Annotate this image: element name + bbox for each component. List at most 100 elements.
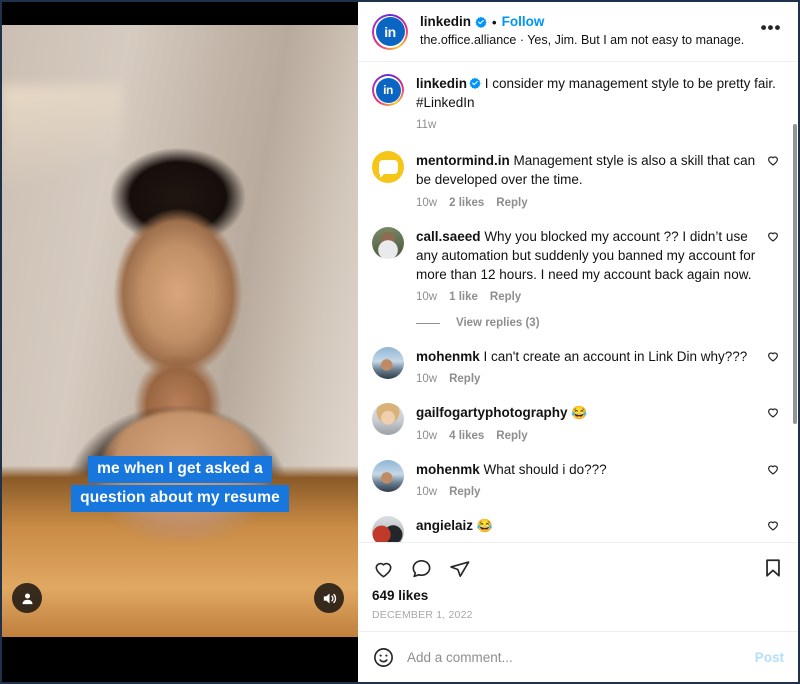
view-replies-button[interactable]: View replies (3) [416,317,784,329]
linkedin-logo-icon: in [375,17,405,46]
comments-scroll-area[interactable]: in linkedin I consider my management sty… [358,62,798,543]
comment-item: mentormind.in Management style is also a… [372,151,784,209]
gailfogartyphotography-avatar[interactable] [372,403,404,436]
bookmark-outline-icon [766,559,780,577]
volume-button[interactable] [314,583,344,613]
speech-bubble-icon [378,160,398,179]
comment-text-row: angielaiz 😂 [416,516,756,535]
comment-item: call.saeed Why you blocked my account ??… [372,226,784,304]
comment-emoji: 😂 [571,405,588,421]
mohenmk-avatar[interactable] [372,347,404,380]
comment-emoji: 😂 [476,517,493,533]
comment-body: gailfogartyphotography 😂 10w 4 likes Reply [416,403,756,441]
add-comment-bar: Post [358,631,798,682]
comment-likes[interactable]: 1 like [449,291,478,303]
comment-author[interactable]: mentormind.in [416,153,510,168]
view-replies-label: View replies (3) [456,317,540,330]
comment-author[interactable]: call.saeed [416,229,481,244]
comments-scrollbar[interactable] [793,124,797,542]
post-subtitle: the.office.alliance · Yes, Jim. But I am… [420,33,745,48]
tagged-people-button[interactable] [12,583,42,613]
comment-time: 10w [416,291,438,304]
like-button[interactable] [372,557,395,580]
author-row: linkedin • Follow [420,14,752,30]
comment-author[interactable]: gailfogartyphotography [416,405,568,420]
scrollbar-thumb[interactable] [793,124,797,424]
video-player[interactable]: me when I get asked a question about my … [2,25,358,637]
verified-badge-icon [469,77,481,89]
share-paper-plane-icon [450,560,470,577]
author-avatar[interactable]: in [372,13,408,50]
share-button[interactable] [448,557,471,580]
comment-button[interactable] [410,557,433,580]
action-icons-left [372,557,471,580]
post-header: in linkedin • Follow the.office.alliance… [358,2,798,62]
post-comment-button[interactable]: Post [755,650,784,665]
save-button[interactable] [762,557,784,579]
comment-reply-button[interactable]: Reply [490,291,521,303]
comment-likes[interactable]: 2 likes [449,197,484,209]
author-username[interactable]: linkedin [420,14,471,30]
comment-item: gailfogartyphotography 😂 10w 4 likes Reply [372,403,784,442]
caption-avatar[interactable]: in [372,74,404,106]
post-actions: 649 likes DECEMBER 1, 2022 [358,542,798,631]
comment-text-row: mohenmk I can't create an account in Lin… [416,347,756,366]
comment-author[interactable]: mohenmk [416,349,480,364]
post-media-pane[interactable]: me when I get asked a question about my … [2,2,358,682]
caption-author[interactable]: linkedin [416,76,481,91]
heart-outline-icon [768,408,778,418]
more-options-button[interactable]: ••• [758,18,784,45]
comment-body: angielaiz 😂 [416,516,756,535]
caption-time: 11w [416,119,437,132]
comment-text-row: gailfogartyphotography 😂 [416,403,756,422]
comment-reply-button[interactable]: Reply [449,373,480,385]
comment-text-row: mentormind.in Management style is also a… [416,151,756,189]
mentormind-avatar[interactable] [372,151,404,184]
comment-like-button[interactable] [766,227,784,248]
comment-reply-button[interactable]: Reply [496,197,527,209]
comment-like-button[interactable] [766,403,784,424]
comment-reply-button[interactable]: Reply [496,430,527,442]
heart-outline-icon [768,156,778,166]
comment-time: 10w [416,429,438,442]
caption-author-name: linkedin [416,76,468,91]
avatar-inner: in [374,15,406,48]
comment-time: 10w [416,373,438,386]
call-saeed-avatar[interactable] [372,226,404,259]
caption-meta: 11w [416,119,784,131]
header-separator: • [492,14,497,30]
comment-likes[interactable]: 4 likes [449,430,484,442]
angielaiz-avatar[interactable] [372,515,404,543]
emoji-picker-button[interactable] [372,646,395,669]
mohenmk-avatar[interactable] [372,459,404,492]
action-icons-row [372,551,784,585]
comment-like-button[interactable] [766,516,784,537]
comment-text: I can't create an account in Link Din wh… [483,349,748,365]
post-details-pane: in linkedin • Follow the.office.alliance… [358,2,798,682]
comment-like-button[interactable] [766,347,784,368]
linkedin-logo-icon: in [375,77,401,103]
likes-count[interactable]: 649 likes [372,588,784,603]
caption-body: linkedin I consider my management style … [416,74,784,131]
comment-bubble-icon [412,559,431,577]
comment-like-button[interactable] [766,460,784,481]
comment-text: What should i do??? [483,461,607,477]
comment-author[interactable]: mohenmk [416,462,480,477]
caption-avatar-inner: in [374,76,402,104]
header-text-block: linkedin • Follow the.office.alliance · … [420,14,752,48]
comment-like-button[interactable] [766,151,784,172]
comment-body: mentormind.in Management style is also a… [416,151,756,208]
comment-meta: 10w 2 likes Reply [416,197,756,209]
comment-text-row: call.saeed Why you blocked my account ??… [416,227,756,284]
verified-badge-icon [475,17,487,29]
caption-text-row: linkedin I consider my management style … [416,74,784,112]
comment-reply-button[interactable]: Reply [449,486,480,498]
follow-button[interactable]: Follow [502,14,545,30]
comment-author[interactable]: angielaiz [416,518,473,533]
person-icon [22,593,32,604]
comment-body: mohenmk What should i do??? 10w Reply [416,460,756,498]
comment-meta: 10w Reply [416,486,756,498]
comment-meta: 10w 4 likes Reply [416,430,756,442]
comment-meta: 10w Reply [416,373,756,385]
comment-input[interactable] [407,649,743,665]
